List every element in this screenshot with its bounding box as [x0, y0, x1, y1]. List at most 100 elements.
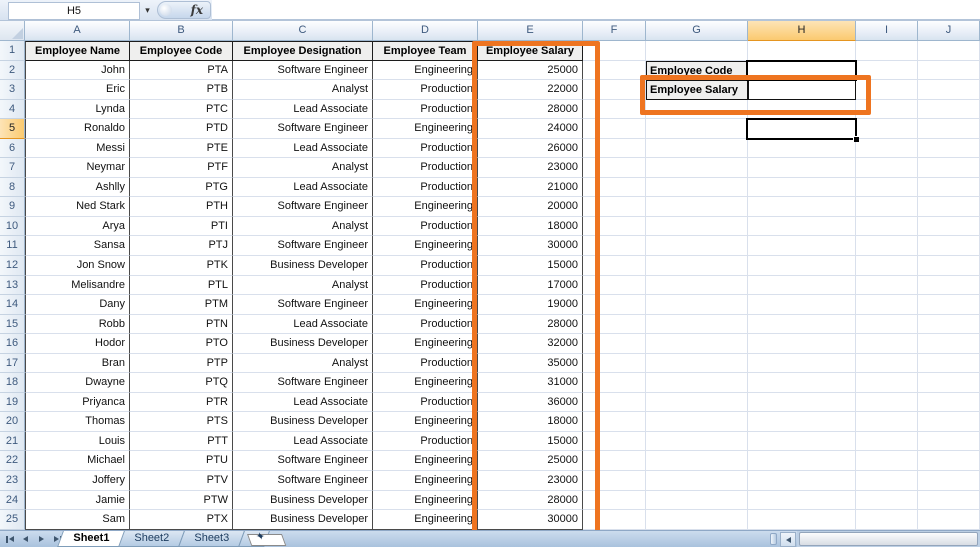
row-header-18[interactable]: 18 [0, 373, 25, 393]
cell-E8[interactable]: 21000 [478, 177, 583, 198]
cell-F13[interactable] [583, 275, 646, 296]
cell-E12[interactable]: 15000 [478, 256, 583, 276]
cell-C11[interactable]: Software Engineer [233, 236, 373, 257]
cell-F8[interactable] [583, 177, 646, 198]
cell-F21[interactable] [583, 431, 646, 452]
cell-C12[interactable]: Business Developer [233, 256, 373, 276]
cell-I22[interactable] [856, 451, 918, 472]
cell-G6[interactable] [646, 138, 748, 159]
cell-G2[interactable]: Employee Code [646, 60, 748, 81]
column-header-H[interactable]: H [748, 21, 856, 41]
cell-J10[interactable] [918, 216, 980, 237]
cell-E15[interactable]: 28000 [478, 314, 583, 335]
cell-C17[interactable]: Analyst [233, 353, 373, 374]
cell-H7[interactable] [748, 158, 856, 178]
cell-E2[interactable]: 25000 [478, 60, 583, 81]
cell-E13[interactable]: 17000 [478, 275, 583, 296]
cell-E22[interactable]: 25000 [478, 451, 583, 472]
cell-E6[interactable]: 26000 [478, 138, 583, 159]
cell-A17[interactable]: Bran [25, 353, 130, 374]
cell-I11[interactable] [856, 236, 918, 257]
cell-J16[interactable] [918, 334, 980, 354]
cell-H8[interactable] [748, 177, 856, 198]
cell-B3[interactable]: PTB [130, 80, 233, 100]
cell-G17[interactable] [646, 353, 748, 374]
row-header-16[interactable]: 16 [0, 334, 25, 354]
cell-C25[interactable]: Business Developer [233, 510, 373, 530]
row-header-7[interactable]: 7 [0, 158, 25, 178]
cell-B5[interactable]: PTD [130, 119, 233, 139]
cell-A15[interactable]: Robb [25, 314, 130, 335]
cell-I8[interactable] [856, 177, 918, 198]
cell-G4[interactable] [646, 99, 748, 120]
cell-I9[interactable] [856, 197, 918, 217]
cell-D11[interactable]: Engineering [373, 236, 478, 257]
row-header-24[interactable]: 24 [0, 490, 25, 511]
cell-B19[interactable]: PTR [130, 392, 233, 413]
row-header-17[interactable]: 17 [0, 353, 25, 374]
cell-D18[interactable]: Engineering [373, 373, 478, 393]
cell-I19[interactable] [856, 392, 918, 413]
cell-F19[interactable] [583, 392, 646, 413]
cell-D17[interactable]: Production [373, 353, 478, 374]
cell-E16[interactable]: 32000 [478, 334, 583, 354]
row-header-11[interactable]: 11 [0, 236, 25, 257]
cell-G15[interactable] [646, 314, 748, 335]
cell-B25[interactable]: PTX [130, 510, 233, 530]
row-header-8[interactable]: 8 [0, 177, 25, 198]
cell-E3[interactable]: 22000 [478, 80, 583, 100]
cell-C7[interactable]: Analyst [233, 158, 373, 178]
cell-J14[interactable] [918, 295, 980, 315]
cell-I13[interactable] [856, 275, 918, 296]
cell-C13[interactable]: Analyst [233, 275, 373, 296]
cell-G13[interactable] [646, 275, 748, 296]
cell-G14[interactable] [646, 295, 748, 315]
cell-I5[interactable] [856, 119, 918, 139]
cell-D15[interactable]: Production [373, 314, 478, 335]
cell-H14[interactable] [748, 295, 856, 315]
cell-F24[interactable] [583, 490, 646, 511]
cell-H25[interactable] [748, 510, 856, 530]
cell-H11[interactable] [748, 236, 856, 257]
cell-G25[interactable] [646, 510, 748, 530]
cell-J2[interactable] [918, 60, 980, 81]
fill-handle[interactable] [853, 136, 859, 142]
cell-G16[interactable] [646, 334, 748, 354]
cell-J9[interactable] [918, 197, 980, 217]
cell-B17[interactable]: PTP [130, 353, 233, 374]
row-header-23[interactable]: 23 [0, 471, 25, 491]
cell-F16[interactable] [583, 334, 646, 354]
cell-J3[interactable] [918, 80, 980, 100]
cell-C1[interactable]: Employee Designation [233, 41, 373, 61]
cell-H4[interactable] [748, 99, 856, 120]
cell-G20[interactable] [646, 412, 748, 432]
row-header-9[interactable]: 9 [0, 197, 25, 217]
cell-H20[interactable] [748, 412, 856, 432]
cell-C18[interactable]: Software Engineer [233, 373, 373, 393]
cell-B16[interactable]: PTO [130, 334, 233, 354]
cell-B2[interactable]: PTA [130, 60, 233, 81]
cell-A6[interactable]: Messi [25, 138, 130, 159]
cell-C3[interactable]: Analyst [233, 80, 373, 100]
cell-A12[interactable]: Jon Snow [25, 256, 130, 276]
cell-I23[interactable] [856, 471, 918, 491]
cell-F25[interactable] [583, 510, 646, 530]
column-header-G[interactable]: G [646, 21, 748, 41]
cell-I3[interactable] [856, 80, 918, 100]
cell-F5[interactable] [583, 119, 646, 139]
cell-A19[interactable]: Priyanca [25, 392, 130, 413]
cell-B1[interactable]: Employee Code [130, 41, 233, 61]
cell-C23[interactable]: Software Engineer [233, 471, 373, 491]
cell-E17[interactable]: 35000 [478, 353, 583, 374]
cell-B7[interactable]: PTF [130, 158, 233, 178]
cell-B11[interactable]: PTJ [130, 236, 233, 257]
cell-C24[interactable]: Business Developer [233, 490, 373, 511]
column-header-I[interactable]: I [856, 21, 918, 41]
cell-F11[interactable] [583, 236, 646, 257]
cell-J1[interactable] [918, 41, 980, 61]
cell-E19[interactable]: 36000 [478, 392, 583, 413]
cell-I25[interactable] [856, 510, 918, 530]
cell-I7[interactable] [856, 158, 918, 178]
cell-G1[interactable] [646, 41, 748, 61]
insert-worksheet-button[interactable]: ✦ [237, 531, 287, 547]
